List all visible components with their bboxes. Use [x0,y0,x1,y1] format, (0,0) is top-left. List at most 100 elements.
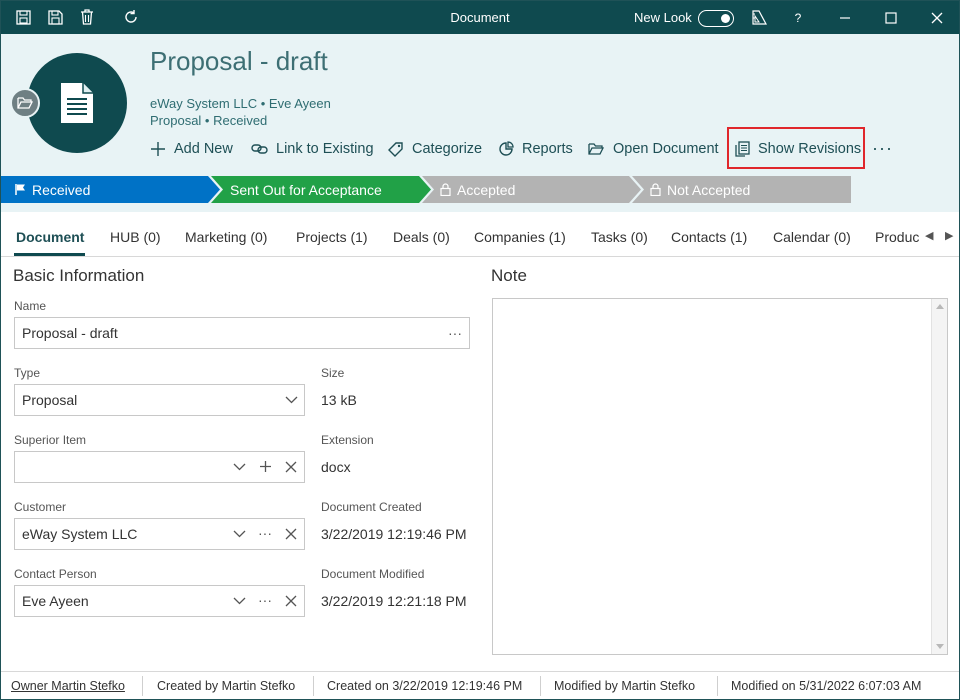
new-look-toggle[interactable] [698,10,734,27]
modified-by-text: Modified by Martin Stefko [554,679,696,693]
pie-chart-icon [499,141,514,156]
basic-information-title: Basic Information [13,266,145,285]
categorize-label: Categorize [412,141,483,157]
name-more-icon[interactable]: ··· [448,325,462,341]
tab-deals[interactable]: Deals (0) [393,229,450,245]
status-separator [540,676,541,696]
status-separator [142,676,143,696]
link-icon [251,144,268,154]
document-modified-label: Document Modified [321,567,425,581]
add-new-button[interactable]: Add New [150,138,233,160]
note-scrollbar[interactable] [931,299,947,654]
open-document-label: Open Document [613,141,719,157]
document-modified-value: 3/22/2019 12:21:18 PM [321,593,467,609]
chevron-down-icon[interactable] [285,396,298,404]
clear-icon[interactable] [285,461,297,473]
link-to-existing-button[interactable]: Link to Existing [251,138,374,160]
lock-icon [650,183,661,196]
stage-received-label: Received [32,181,91,198]
clear-icon[interactable] [285,528,297,540]
stage-not-accepted-label: Not Accepted [667,181,751,198]
flag-icon [15,184,25,195]
reports-button[interactable]: Reports [498,138,573,160]
extension-label: Extension [321,433,374,447]
record-subtitle-type-state: Proposal • Received [150,113,268,128]
owner-link[interactable]: Owner Martin Stefko [11,679,125,693]
tab-marketing[interactable]: Marketing (0) [185,229,267,245]
type-select[interactable]: Proposal [14,384,305,416]
categorize-button[interactable]: Categorize [388,138,482,160]
document-created-value: 3/22/2019 12:19:46 PM [321,526,467,542]
contact-more-icon[interactable]: ··· [258,592,272,608]
more-actions-button[interactable]: ··· [872,138,893,159]
open-folder-icon [17,97,33,109]
new-look-label: New Look [634,10,692,25]
superior-item-label: Superior Item [14,433,87,447]
maximize-button[interactable] [871,1,911,34]
size-label: Size [321,366,345,380]
modified-on-text: Modified on 5/31/2022 6:07:03 AM [731,679,922,693]
status-bar: Owner Martin Stefko Created by Martin St… [1,671,959,700]
created-on-text: Created on 3/22/2019 12:19:46 PM [327,679,523,693]
document-window: Document New Look ? Proposal - draft eWa… [0,0,960,700]
show-revisions-button[interactable]: Show Revisions [735,138,861,160]
tabs-scroll-right-icon[interactable]: ▶ [945,229,953,242]
superior-item-field[interactable] [14,451,305,483]
tab-calendar[interactable]: Calendar (0) [773,229,851,245]
name-field[interactable]: Proposal - draft ··· [14,317,470,349]
stage-accepted[interactable]: Accepted [440,176,515,203]
chevron-down-icon[interactable] [233,597,246,605]
document-avatar [27,53,127,153]
minimize-button[interactable] [825,1,865,34]
record-subtitle-company-contact: eWay System LLC • Eve Ayeen [150,96,331,111]
name-value: Proposal - draft [22,325,118,341]
link-to-existing-label: Link to Existing [276,141,374,157]
size-value: 13 kB [321,392,357,408]
close-button[interactable] [917,1,957,34]
stage-not-accepted[interactable]: Not Accepted [650,176,750,203]
scroll-down-icon[interactable] [936,644,944,649]
tab-contacts[interactable]: Contacts (1) [671,229,747,245]
open-document-button[interactable]: Open Document [588,138,719,160]
customer-value: eWay System LLC [22,526,138,542]
record-header: Proposal - draft eWay System LLC • Eve A… [1,34,959,212]
stage-received[interactable]: Received [14,176,90,203]
chevron-down-icon[interactable] [233,530,246,538]
tabs-scroll-left-icon[interactable]: ◀ [925,229,933,242]
help-button[interactable]: ? [778,1,818,34]
tab-document[interactable]: Document [16,229,84,245]
clear-icon[interactable] [285,595,297,607]
tab-tasks[interactable]: Tasks (0) [591,229,648,245]
document-icon [61,83,93,123]
active-tab-indicator [14,253,85,256]
note-textarea[interactable] [492,298,948,655]
add-new-label: Add New [174,141,233,157]
contact-person-label: Contact Person [14,567,97,581]
status-separator [313,676,314,696]
customer-more-icon[interactable]: ··· [258,525,272,541]
folder-badge[interactable] [10,88,40,118]
tag-icon [388,142,403,157]
title-bar: Document New Look ? [1,1,959,34]
open-folder-icon [588,143,605,155]
layout-icon[interactable] [750,8,768,26]
contact-person-value: Eve Ayeen [22,593,89,609]
plus-icon[interactable] [259,460,272,473]
tab-products[interactable]: Produc [875,229,919,245]
reports-label: Reports [522,141,573,157]
extension-value: docx [321,459,351,475]
tab-projects[interactable]: Projects (1) [296,229,368,245]
tab-hub[interactable]: HUB (0) [110,229,161,245]
note-title: Note [491,266,527,285]
plus-icon [151,142,165,156]
type-label: Type [14,366,41,380]
tab-companies[interactable]: Companies (1) [474,229,566,245]
record-title: Proposal - draft [150,46,328,76]
chevron-down-icon[interactable] [233,463,246,471]
stage-accepted-label: Accepted [457,181,516,198]
stage-sent-out[interactable]: Sent Out for Acceptance [230,176,382,203]
scroll-up-icon[interactable] [936,304,944,309]
customer-field[interactable]: eWay System LLC ··· [14,518,305,550]
contact-person-field[interactable]: Eve Ayeen ··· [14,585,305,617]
lock-icon [440,183,451,196]
